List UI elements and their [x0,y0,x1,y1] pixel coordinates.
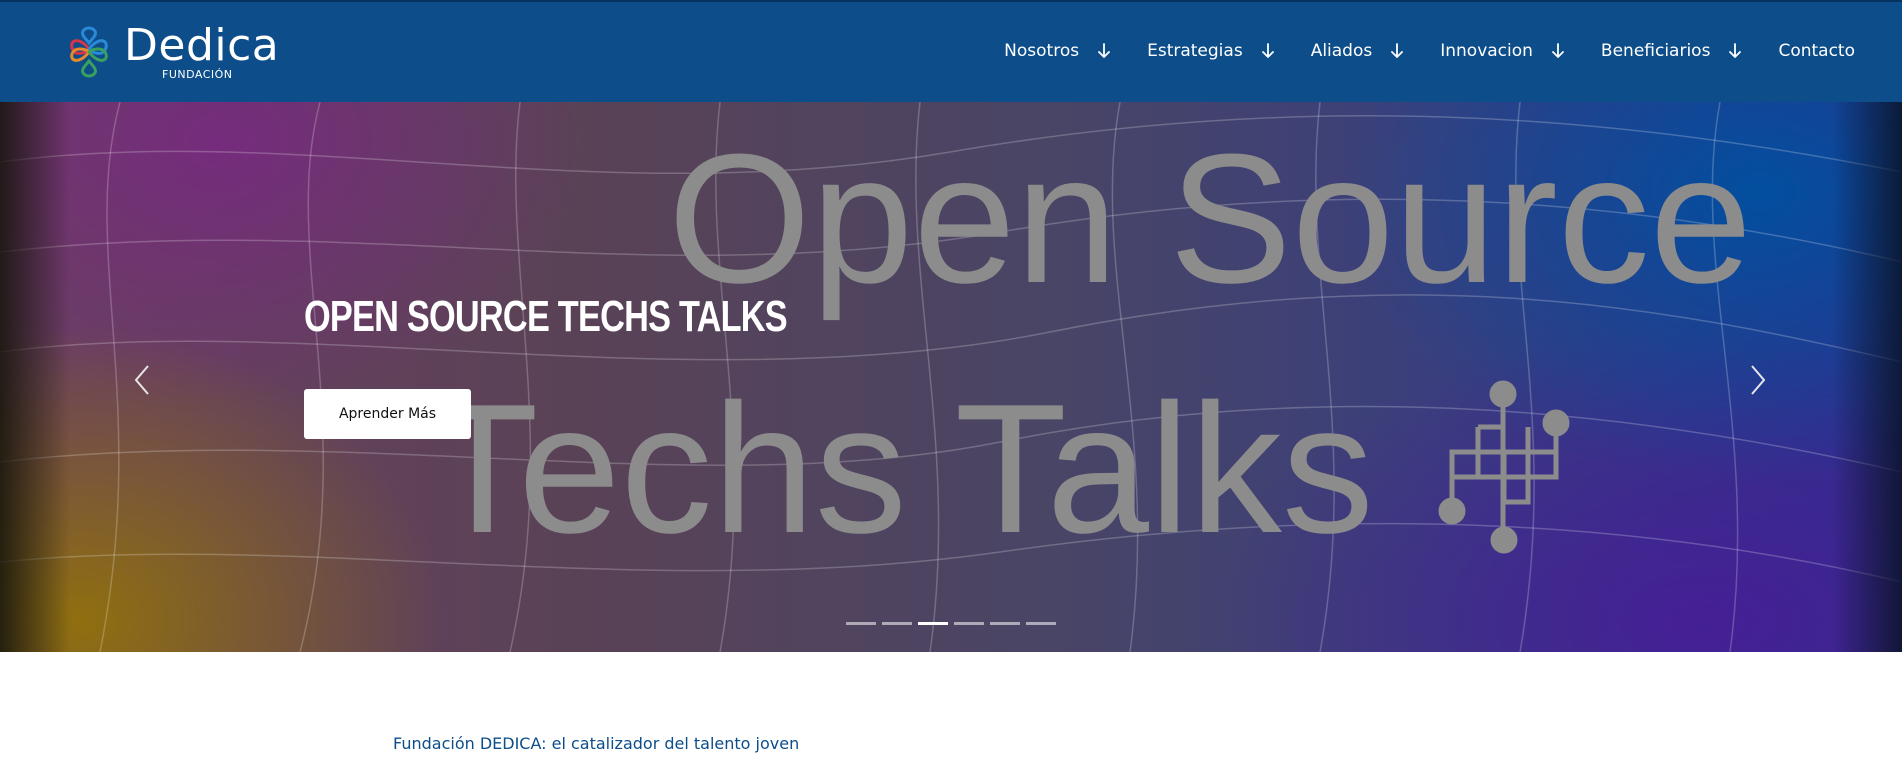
hero-background-lettering: Open Source Techs Talks [426,115,1752,571]
arrow-down-icon [1098,43,1110,58]
nav-item-label: Nosotros [1004,41,1080,61]
nav-item-nosotros[interactable]: Nosotros [1004,41,1111,61]
nav-item-beneficiarios[interactable]: Beneficiarios [1601,41,1743,61]
dedica-logo-icon [70,26,108,78]
nav-item-aliados[interactable]: Aliados [1311,41,1405,61]
circuit-graphic-icon [1438,380,1570,554]
logo-text: Dedica FUNDACIÓN [124,19,280,81]
nav-item-label: Innovacion [1440,41,1533,61]
slider-dot-6[interactable] [1026,622,1056,625]
nav-item-label: Beneficiarios [1600,41,1711,61]
slider-dot-4[interactable] [954,622,984,625]
slider-dot-2[interactable] [882,622,912,625]
learn-more-button[interactable]: Aprender Más [304,389,471,439]
nav-item-label: Estrategias [1147,41,1243,61]
hero-slider: Open Source Techs Talks Open Source Tech… [0,102,1902,652]
chevron-left-icon[interactable] [128,358,156,402]
slider-dot-1[interactable] [846,622,876,625]
nav-item-estrategias[interactable]: Estrategias [1147,41,1275,61]
hero-background-line2: Techs Talks [426,365,1374,571]
main-nav: Nosotros Estrategias Aliados Innovacion … [1004,38,1855,64]
nav-item-label: Contacto [1778,41,1855,61]
brand-name: Dedica [124,19,280,71]
hero-background-line1: Open Source [668,115,1752,321]
intro-heading: Fundación DEDICA: el catalizador del tal… [393,734,800,753]
brand-sub: FUNDACIÓN [162,67,233,81]
arrow-down-icon [1391,43,1404,58]
site-header: Dedica FUNDACIÓN Nosotros Estrategias Al… [0,0,1902,102]
arrow-down-icon [1552,43,1564,58]
arrow-down-icon [1261,43,1274,58]
slider-dot-5[interactable] [990,622,1020,625]
nav-item-contacto[interactable]: Contacto [1778,41,1855,61]
nav-item-label: Aliados [1310,41,1373,61]
slider-pagination [846,622,1062,625]
slider-dot-3[interactable] [918,622,948,625]
chevron-right-icon[interactable] [1744,358,1772,402]
nav-item-innovacion[interactable]: Innovacion [1440,41,1565,61]
arrow-down-icon [1729,43,1742,58]
logo[interactable]: Dedica FUNDACIÓN [64,19,280,81]
hero-title: Open Source Techs Talks [304,292,788,341]
